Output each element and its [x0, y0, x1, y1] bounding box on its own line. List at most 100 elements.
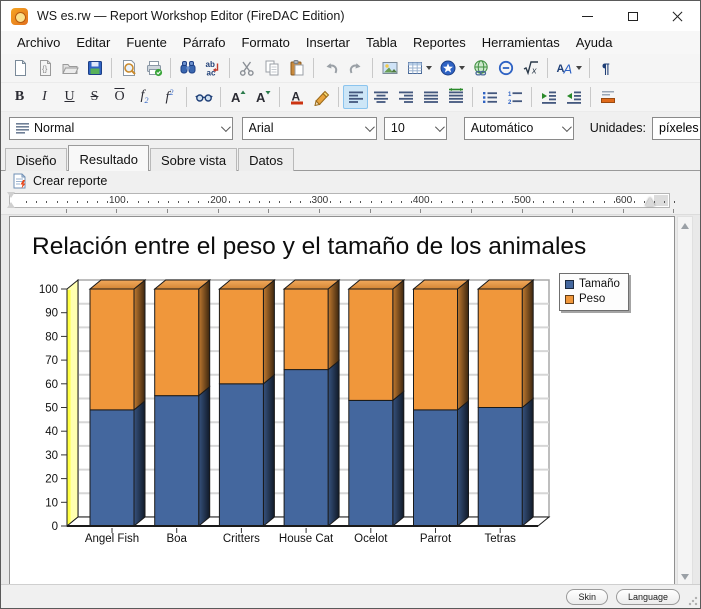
strikethrough-button[interactable]: S: [82, 85, 107, 109]
find-button[interactable]: [175, 56, 200, 80]
ruler-subtick: [623, 209, 624, 213]
tab-datos[interactable]: Datos: [238, 148, 294, 171]
tab-diseno[interactable]: Diseño: [5, 148, 67, 171]
legend-label: Tamaño: [579, 277, 620, 292]
ruler-tick: [674, 201, 675, 203]
app-icon: [11, 8, 28, 25]
print-preview-button[interactable]: [116, 56, 141, 80]
open-folder-button[interactable]: [57, 56, 82, 80]
new-document-button[interactable]: [7, 56, 32, 80]
bold-button[interactable]: B: [7, 85, 32, 109]
horizontal-rule-button[interactable]: [595, 85, 620, 109]
print-button[interactable]: [141, 56, 166, 80]
ruler-tick: [87, 201, 88, 203]
close-icon: [672, 11, 683, 22]
formatting-marks-button[interactable]: ¶: [594, 56, 619, 80]
replace-button[interactable]: abac: [200, 56, 225, 80]
ruler-label: 200: [210, 195, 227, 206]
superscript-button[interactable]: f2: [157, 85, 182, 109]
increase-indent-button[interactable]: [561, 85, 586, 109]
right-indent-marker[interactable]: [645, 197, 655, 206]
font-size-select[interactable]: 10: [384, 117, 447, 140]
highlight-button[interactable]: [309, 85, 334, 109]
ruler-tick: [593, 201, 594, 203]
insert-formula-button[interactable]: x: [518, 56, 543, 80]
undo-button[interactable]: [318, 56, 343, 80]
close-button[interactable]: [655, 1, 700, 31]
subscript-button[interactable]: f2: [132, 85, 157, 109]
paragraph-style-select[interactable]: Normal: [9, 117, 233, 140]
insert-image-button[interactable]: [377, 56, 402, 80]
svg-text:House Cat: House Cat: [279, 533, 334, 545]
ruler-tick: [67, 201, 68, 203]
svg-text:x: x: [531, 66, 537, 76]
svg-text:{}: {}: [42, 65, 48, 74]
maximize-button[interactable]: [610, 1, 655, 31]
menu-parrafo[interactable]: Párrafo: [175, 33, 234, 52]
tab-resultado[interactable]: Resultado: [68, 145, 149, 171]
paste-button[interactable]: [284, 56, 309, 80]
undo-icon: [322, 59, 340, 77]
align-left-button[interactable]: [343, 85, 368, 109]
bullet-list-button[interactable]: [477, 85, 502, 109]
insert-hyperlink-button[interactable]: [468, 56, 493, 80]
create-report-label: Crear reporte: [33, 174, 107, 188]
scroll-down-button[interactable]: [678, 569, 692, 584]
svg-text:Tetras: Tetras: [485, 533, 517, 545]
copy-button[interactable]: [259, 56, 284, 80]
minimize-button[interactable]: [565, 1, 610, 31]
overline-button[interactable]: O: [107, 85, 132, 109]
scroll-up-button[interactable]: [678, 218, 692, 233]
create-report-button[interactable]: Crear reporte: [8, 172, 111, 190]
font-color-select[interactable]: Automático: [464, 117, 574, 140]
text-style-button[interactable]: AA: [552, 56, 585, 80]
menu-reportes[interactable]: Reportes: [405, 33, 474, 52]
menu-ayuda[interactable]: Ayuda: [568, 33, 621, 52]
menu-insertar[interactable]: Insertar: [298, 33, 358, 52]
ruler-tick: [452, 201, 453, 203]
grow-font-button[interactable]: A: [225, 85, 250, 109]
font-color-button[interactable]: A: [284, 85, 309, 109]
insert-table-button[interactable]: [402, 56, 435, 80]
numbered-list-button[interactable]: 12: [502, 85, 527, 109]
italic-button[interactable]: I: [32, 85, 57, 109]
menu-herramientas[interactable]: Herramientas: [474, 33, 568, 52]
menu-tabla[interactable]: Tabla: [358, 33, 405, 52]
justify-button[interactable]: [418, 85, 443, 109]
svg-text:Angel Fish: Angel Fish: [85, 533, 139, 545]
shrink-font-button[interactable]: A: [250, 85, 275, 109]
menu-editar[interactable]: Editar: [68, 33, 118, 52]
ruler-tick: [178, 201, 179, 203]
ruler-tick: [46, 201, 47, 203]
menu-formato[interactable]: Formato: [233, 33, 297, 52]
insert-symbol-button[interactable]: [493, 56, 518, 80]
underline-button[interactable]: U: [57, 85, 82, 109]
highlight-icon: [313, 88, 331, 106]
menu-fuente[interactable]: Fuente: [118, 33, 174, 52]
tab-sobre-vista[interactable]: Sobre vista: [150, 148, 237, 171]
align-center-button[interactable]: [368, 85, 393, 109]
left-indent-marker[interactable]: [7, 192, 16, 208]
menu-archivo[interactable]: Archivo: [9, 33, 68, 52]
toolbar-separator: [186, 87, 187, 107]
language-button[interactable]: Language: [616, 589, 680, 605]
cut-button[interactable]: [234, 56, 259, 80]
ruler-tick: [330, 201, 331, 203]
units-select[interactable]: píxeles: [652, 117, 700, 140]
svg-text:¶: ¶: [602, 60, 610, 76]
skin-button[interactable]: Skin: [566, 589, 608, 605]
save-button[interactable]: [82, 56, 107, 80]
readability-button[interactable]: [191, 85, 216, 109]
decrease-indent-button[interactable]: [536, 85, 561, 109]
font-family-select[interactable]: Arial: [242, 117, 377, 140]
resize-grip[interactable]: [688, 596, 698, 606]
decrease-indent-icon: [540, 88, 558, 106]
vertical-scrollbar[interactable]: [677, 216, 693, 586]
line-spacing-button[interactable]: [443, 85, 468, 109]
insert-shape-button[interactable]: [435, 56, 468, 80]
code-document-button[interactable]: {}: [32, 56, 57, 80]
ruler-subtick: [471, 209, 472, 213]
align-right-button[interactable]: [393, 85, 418, 109]
redo-button[interactable]: [343, 56, 368, 80]
ruler-tick: [26, 201, 27, 203]
